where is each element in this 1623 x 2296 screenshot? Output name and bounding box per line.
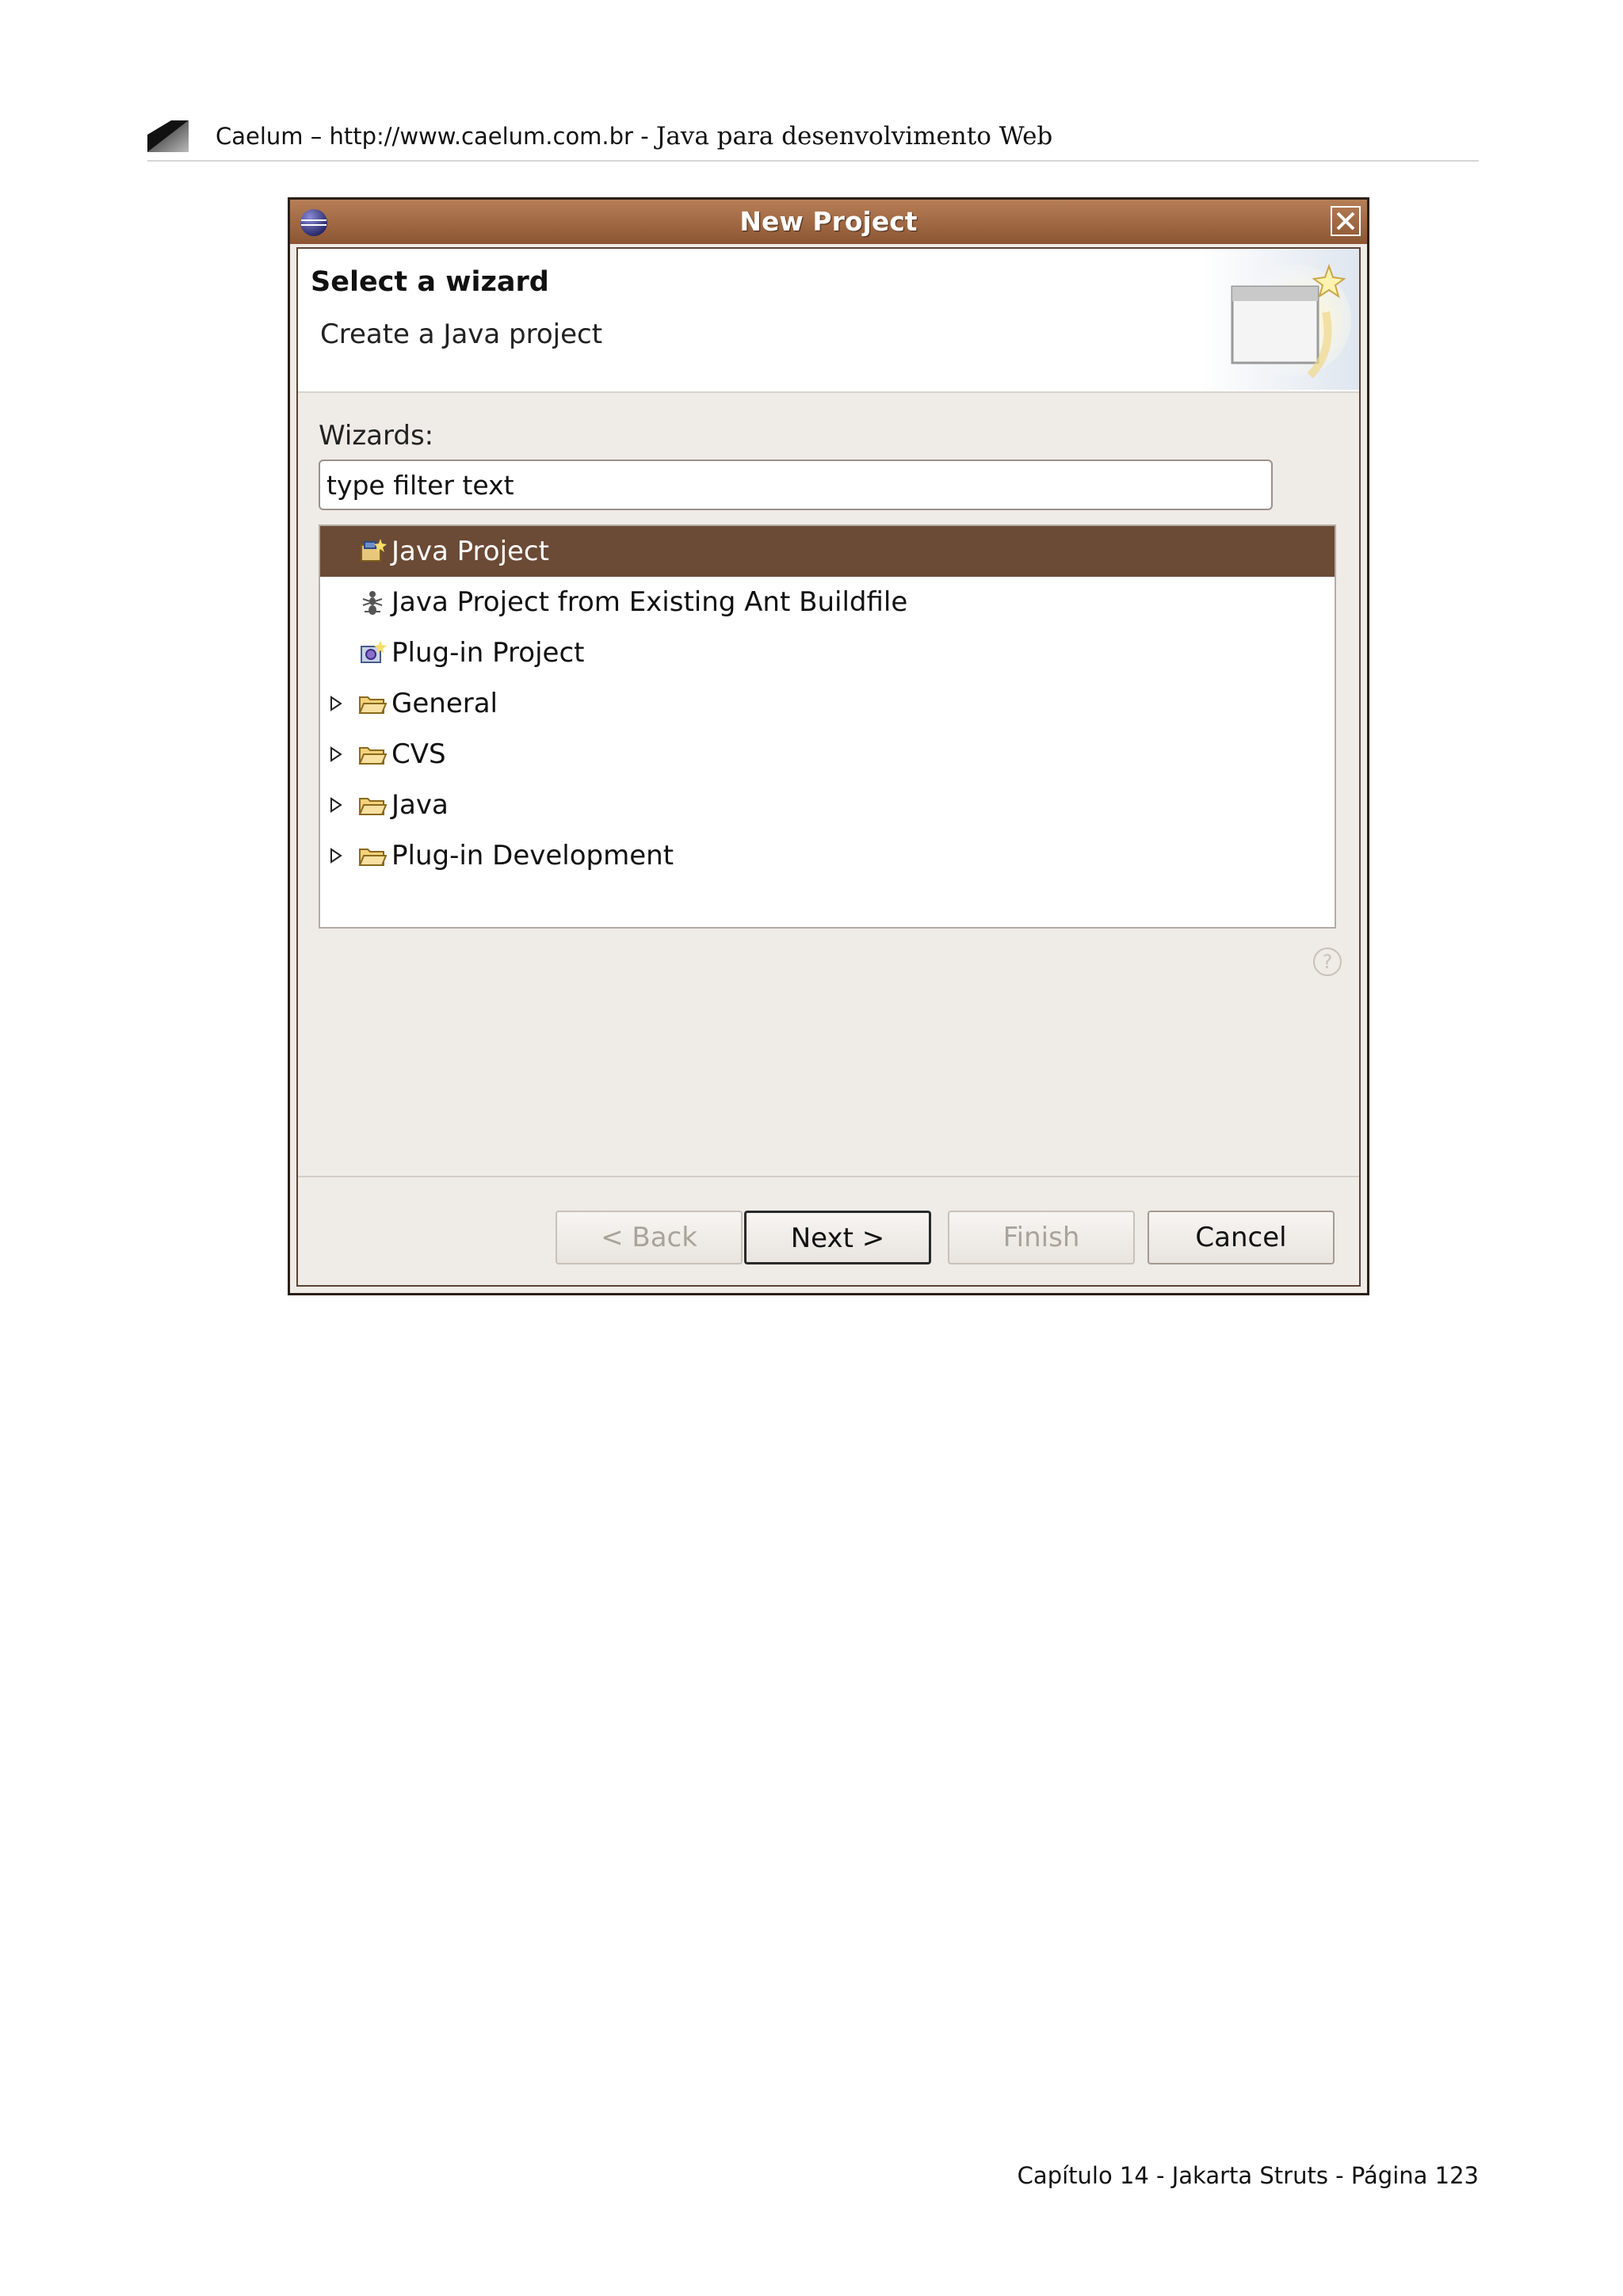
expand-arrow-icon[interactable] [328, 746, 344, 762]
next-button[interactable]: Next > [744, 1211, 931, 1264]
header-site: Caelum – http://www.caelum.com.br - [216, 123, 656, 150]
tree-item-label: Plug-in Project [391, 637, 585, 669]
tree-item-label: Java Project from Existing Ant Buildfile [391, 586, 908, 618]
tree-item-plugin-project[interactable]: Plug-in Project [320, 627, 1335, 678]
new-wizard-art-icon [1201, 249, 1359, 390]
expand-arrow-icon[interactable] [328, 797, 344, 813]
close-button[interactable] [1331, 206, 1361, 236]
tree-item-label: Plug-in Development [391, 840, 674, 871]
finish-button[interactable]: Finish [948, 1211, 1135, 1264]
back-button[interactable]: < Back [556, 1211, 743, 1264]
tree-item-cvs[interactable]: CVS [320, 729, 1335, 780]
tree-item-general[interactable]: General [320, 678, 1335, 729]
button-bar-separator [298, 1176, 1359, 1177]
tree-item-plugin-development[interactable]: Plug-in Development [320, 830, 1335, 881]
expand-arrow-icon[interactable] [328, 696, 344, 711]
folder-icon [358, 696, 387, 714]
folder-icon [358, 849, 387, 866]
banner-description: Create a Java project [320, 318, 603, 350]
wizard-tree: Java Project Java Project from Existing … [319, 524, 1336, 929]
folder-icon [358, 798, 387, 815]
expand-arrow-icon[interactable] [328, 848, 344, 864]
dialog-titlebar[interactable]: New Project [290, 200, 1367, 244]
help-icon[interactable]: ? [1312, 946, 1343, 978]
dialog-body: Select a wizard Create a Java project Wi… [296, 247, 1361, 1287]
tree-item-java-project[interactable]: Java Project [320, 526, 1335, 577]
plugin-project-icon [361, 640, 387, 663]
tree-item-java[interactable]: Java [320, 780, 1335, 830]
wizards-label: Wizards: [319, 420, 434, 452]
wizard-banner: Select a wizard Create a Java project [298, 249, 1359, 393]
cancel-button[interactable]: Cancel [1148, 1211, 1335, 1264]
folder-icon [358, 747, 387, 765]
java-project-icon [361, 539, 387, 562]
banner-title: Select a wizard [311, 266, 549, 298]
close-icon [1336, 212, 1355, 231]
tree-item-label: Java Project [391, 536, 549, 567]
tree-item-ant-project[interactable]: Java Project from Existing Ant Buildfile [320, 577, 1335, 627]
page-footer: Capítulo 14 - Jakarta Struts - Página 12… [1017, 2162, 1479, 2189]
header-subtitle: Java para desenvolvimento Web [655, 122, 1053, 151]
ant-icon [362, 591, 383, 615]
caelum-logo-icon [147, 120, 189, 152]
dialog-title: New Project [739, 206, 918, 237]
tree-item-label: Java [391, 789, 449, 821]
tree-item-label: CVS [391, 738, 446, 770]
tree-item-label: General [391, 688, 498, 719]
page-header: Caelum – http://www.caelum.com.br - Java… [147, 119, 1479, 162]
filter-input[interactable] [319, 460, 1273, 510]
new-project-dialog: New Project Select a wizard Create a Jav… [288, 197, 1369, 1295]
svg-text:?: ? [1323, 951, 1333, 973]
header-text: Caelum – http://www.caelum.com.br - Java… [216, 119, 1052, 154]
